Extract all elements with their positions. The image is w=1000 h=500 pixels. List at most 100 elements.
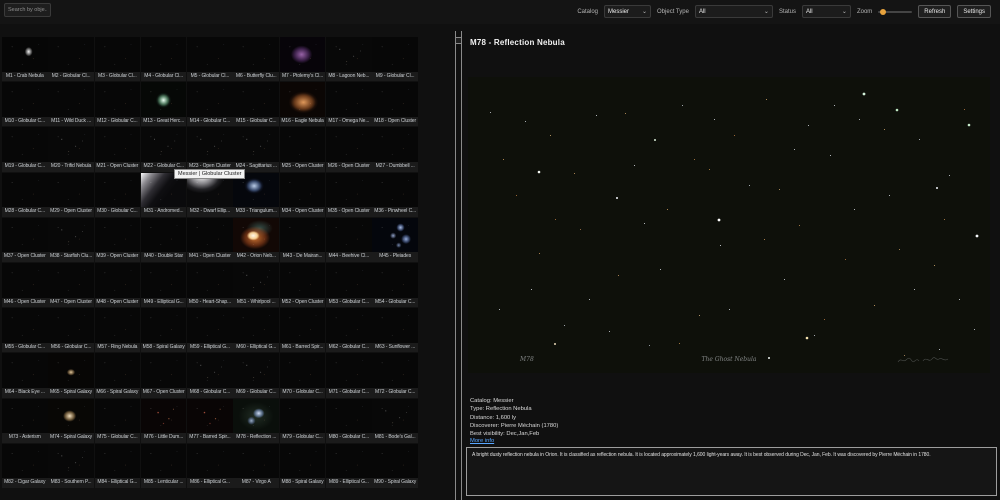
grid-item[interactable]: M72 - Globular C...: [372, 353, 418, 397]
catalog-select[interactable]: Messier ⌄: [604, 5, 651, 18]
zoom-slider[interactable]: [878, 5, 912, 18]
grid-item[interactable]: M45 - Pleiades: [372, 218, 418, 262]
grid-item[interactable]: M51 - Whirlpool ...: [233, 263, 279, 307]
grid-item[interactable]: M16 - Eagle Nebula: [280, 82, 326, 126]
grid-item[interactable]: M79 - Globular C...: [280, 399, 326, 443]
grid-item[interactable]: M26 - Open Cluster: [326, 127, 372, 171]
grid-item[interactable]: M27 - Dumbbell ...: [372, 127, 418, 171]
grid-item[interactable]: M83 - Southern P...: [48, 444, 94, 488]
object-type-select[interactable]: All ⌄: [695, 5, 773, 18]
grid-item[interactable]: M10 - Globular C...: [2, 82, 48, 126]
grid-item[interactable]: M2 - Globular Cl...: [48, 37, 94, 81]
grid-item[interactable]: M47 - Open Cluster: [48, 263, 94, 307]
grid-item[interactable]: M33 - Triangulum...: [233, 173, 279, 217]
grid-item[interactable]: M46 - Open Cluster: [2, 263, 48, 307]
grid-item[interactable]: M48 - Open Cluster: [95, 263, 141, 307]
grid-item[interactable]: M44 - Beehive Cl...: [326, 218, 372, 262]
grid-item[interactable]: M89 - Elliptical G...: [326, 444, 372, 488]
grid-item[interactable]: M42 - Orion Neb...: [233, 218, 279, 262]
grid-item[interactable]: M70 - Globular C...: [280, 353, 326, 397]
grid-item[interactable]: M75 - Globular C...: [95, 399, 141, 443]
grid-item[interactable]: M35 - Open Cluster: [326, 173, 372, 217]
grid-item[interactable]: M55 - Globular C...: [2, 308, 48, 352]
grid-item[interactable]: M17 - Omega Ne...: [326, 82, 372, 126]
grid-item[interactable]: M74 - Spiral Galaxy: [48, 399, 94, 443]
detail-scrollbar[interactable]: [455, 31, 462, 500]
grid-item[interactable]: M22 - Globular C...: [141, 127, 187, 171]
grid-item[interactable]: M69 - Globular C...: [233, 353, 279, 397]
grid-item[interactable]: M76 - Little Dum...: [141, 399, 187, 443]
grid-item[interactable]: M9 - Globular Cl...: [372, 37, 418, 81]
grid-item[interactable]: M34 - Open Cluster: [280, 173, 326, 217]
grid-item[interactable]: M49 - Elliptical G...: [141, 263, 187, 307]
grid-item[interactable]: M43 - De Mairan...: [280, 218, 326, 262]
grid-item[interactable]: M53 - Globular C...: [326, 263, 372, 307]
grid-item[interactable]: M3 - Globular Cl...: [95, 37, 141, 81]
grid-item[interactable]: M84 - Elliptical G...: [95, 444, 141, 488]
grid-item[interactable]: M39 - Open Cluster: [95, 218, 141, 262]
grid-item[interactable]: M19 - Globular C...: [2, 127, 48, 171]
grid-item[interactable]: M15 - Globular C...: [233, 82, 279, 126]
grid-item[interactable]: M63 - Sunflower ...: [372, 308, 418, 352]
grid-item[interactable]: M85 - Lenticular ...: [141, 444, 187, 488]
scrollbar-thumb[interactable]: [455, 37, 462, 44]
grid-item[interactable]: M21 - Open Cluster: [95, 127, 141, 171]
grid-item[interactable]: M60 - Elliptical G...: [233, 308, 279, 352]
status-select[interactable]: All ⌄: [802, 5, 851, 18]
grid-item[interactable]: M80 - Globular C...: [326, 399, 372, 443]
grid-item[interactable]: M5 - Globular Cl...: [187, 37, 233, 81]
grid-item[interactable]: M18 - Open Cluster: [372, 82, 418, 126]
grid-item[interactable]: M54 - Globular C...: [372, 263, 418, 307]
grid-item[interactable]: M50 - Heart-Shap...: [187, 263, 233, 307]
grid-item[interactable]: M28 - Globular C...: [2, 173, 48, 217]
grid-item[interactable]: M7 - Ptolemy's Cl...: [280, 37, 326, 81]
grid-item[interactable]: M77 - Barred Spir...: [187, 399, 233, 443]
grid-item[interactable]: M1 - Crab Nebula: [2, 37, 48, 81]
grid-item[interactable]: M8 - Lagoon Neb...: [326, 37, 372, 81]
grid-item[interactable]: M57 - Ring Nebula: [95, 308, 141, 352]
grid-item[interactable]: M52 - Open Cluster: [280, 263, 326, 307]
grid-item[interactable]: M40 - Double Star: [141, 218, 187, 262]
grid-item[interactable]: M68 - Globular C...: [187, 353, 233, 397]
grid-item[interactable]: M41 - Open Cluster: [187, 218, 233, 262]
grid-item[interactable]: M12 - Globular C...: [95, 82, 141, 126]
more-info-link[interactable]: More info: [470, 438, 494, 444]
grid-item[interactable]: M61 - Barred Spir...: [280, 308, 326, 352]
grid-item[interactable]: M32 - Dwarf Ellip...: [187, 173, 233, 217]
zoom-slider-thumb[interactable]: [880, 9, 886, 15]
grid-item[interactable]: M24 - Sagittarius ...: [233, 127, 279, 171]
grid-item[interactable]: M30 - Globular C...: [95, 173, 141, 217]
grid-item[interactable]: M65 - Spiral Galaxy: [48, 353, 94, 397]
grid-item[interactable]: M23 - Open Cluster: [187, 127, 233, 171]
grid-item[interactable]: M86 - Elliptical G...: [187, 444, 233, 488]
grid-item[interactable]: M29 - Open Cluster: [48, 173, 94, 217]
grid-item[interactable]: M82 - Cigar Galaxy: [2, 444, 48, 488]
grid-item[interactable]: M81 - Bode's Gal...: [372, 399, 418, 443]
grid-item[interactable]: M88 - Spiral Galaxy: [280, 444, 326, 488]
grid-item[interactable]: M6 - Butterfly Clu...: [233, 37, 279, 81]
settings-button[interactable]: Settings: [957, 5, 991, 18]
grid-item[interactable]: M13 - Great Herc...: [141, 82, 187, 126]
grid-item[interactable]: M71 - Globular C...: [326, 353, 372, 397]
grid-item[interactable]: M4 - Globular Cl...: [141, 37, 187, 81]
grid-item[interactable]: M36 - Pinwheel C...: [372, 173, 418, 217]
grid-item[interactable]: M67 - Open Cluster: [141, 353, 187, 397]
search-input[interactable]: [4, 3, 51, 17]
grid-item[interactable]: M25 - Open Cluster: [280, 127, 326, 171]
grid-item[interactable]: M66 - Spiral Galaxy: [95, 353, 141, 397]
grid-item[interactable]: M59 - Elliptical G...: [187, 308, 233, 352]
grid-item[interactable]: M58 - Spiral Galaxy: [141, 308, 187, 352]
grid-item[interactable]: M14 - Globular C...: [187, 82, 233, 126]
grid-item[interactable]: M73 - Asterism: [2, 399, 48, 443]
grid-item[interactable]: M31 - Andromed...: [141, 173, 187, 217]
description-box[interactable]: A bright dusty reflection nebula in Orio…: [466, 447, 997, 496]
grid-item[interactable]: M20 - Trifid Nebula: [48, 127, 94, 171]
grid-item[interactable]: M90 - Spiral Galaxy: [372, 444, 418, 488]
grid-item[interactable]: M62 - Globular C...: [326, 308, 372, 352]
grid-item[interactable]: M37 - Open Cluster: [2, 218, 48, 262]
grid-item[interactable]: M64 - Black Eye ...: [2, 353, 48, 397]
grid-item[interactable]: M38 - Starfish Clu...: [48, 218, 94, 262]
refresh-button[interactable]: Refresh: [918, 5, 951, 18]
grid-item[interactable]: M78 - Reflection ...: [233, 399, 279, 443]
grid-item[interactable]: M56 - Globular C...: [48, 308, 94, 352]
